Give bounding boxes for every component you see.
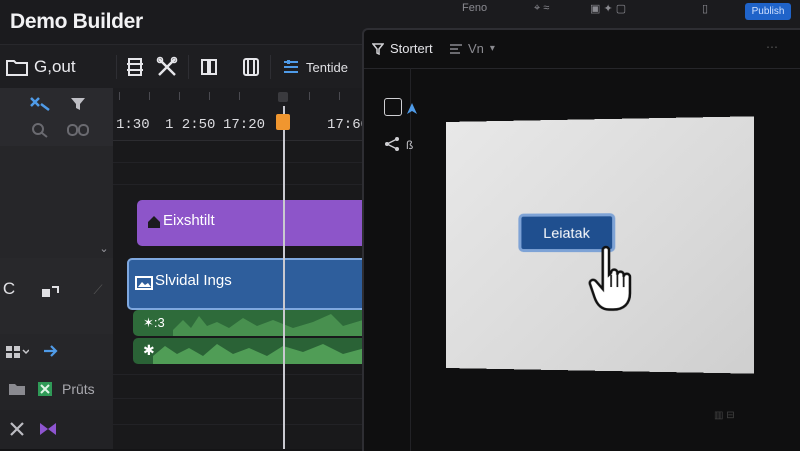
link-icon[interactable] <box>66 120 90 140</box>
preview-canvas[interactable]: Leiatak <box>446 116 754 374</box>
spreadsheet-icon[interactable] <box>36 380 54 398</box>
waveform-icon <box>153 344 375 364</box>
left-panel-label: Prūts <box>62 381 95 397</box>
clip-label: Eixshtilt <box>163 212 215 229</box>
waveform-icon <box>173 314 375 336</box>
left-panel-track-e <box>0 410 113 449</box>
effects-button[interactable] <box>126 53 144 81</box>
grid-icon[interactable] <box>4 344 30 360</box>
bowtie-icon[interactable] <box>38 420 58 438</box>
preview-panel: Stortert Vn ▾ ⋯ ß Leiatak ▥ ⊟ <box>362 28 800 451</box>
timeline[interactable]: 1:30 1 2:50 17:20 17:60 Eixshtilt Slvida… <box>113 88 375 449</box>
filter-icon[interactable] <box>68 94 88 114</box>
folder-small-icon[interactable] <box>8 382 26 396</box>
crop-button[interactable] <box>240 53 262 81</box>
audio-clip[interactable]: ✱ <box>133 338 375 364</box>
playhead-top[interactable] <box>278 92 288 102</box>
ruler-label: 1:30 <box>116 117 150 133</box>
timeline-clip[interactable]: Eixshtilt <box>137 200 375 246</box>
tool-label: ß <box>406 138 414 152</box>
share-icon[interactable] <box>384 136 400 152</box>
ruler-label: 1 2:50 <box>165 117 216 133</box>
clip-star-icon: ✱ <box>143 342 155 358</box>
left-panel: ⌄ C ⟋ Prūts <box>0 88 114 449</box>
edit-icon[interactable]: ⟋ <box>90 282 106 298</box>
tracks-button[interactable]: Tentide <box>282 53 348 81</box>
split-button[interactable] <box>198 53 220 81</box>
divider <box>116 55 117 79</box>
pin-icon[interactable] <box>28 94 52 114</box>
duplicate-icon[interactable] <box>40 282 62 300</box>
chevron-down-icon: ▾ <box>489 43 495 54</box>
clip-label: Slvidal Ings <box>155 272 232 289</box>
folder-icon <box>6 60 28 76</box>
ruler-label: 17:20 <box>223 117 266 133</box>
time-ruler[interactable]: 1:30 1 2:50 17:20 17:60 <box>113 88 375 141</box>
search-icon[interactable] <box>28 120 52 140</box>
track-label: Tentide <box>306 59 348 75</box>
image-icon <box>135 276 153 290</box>
top-tool-icon[interactable]: ⌖ ≈ <box>534 2 549 15</box>
top-right-controls: Feno ⌖ ≈ ▣ ✦ ▢ ▯ Publish <box>440 0 800 22</box>
preview-tool-rail: ß <box>364 68 417 451</box>
toolbar: G,out Tentide <box>0 44 365 89</box>
code-icon[interactable]: C <box>2 278 16 300</box>
hand-cursor-icon <box>588 244 644 316</box>
left-panel-track-c <box>0 334 113 371</box>
crop-icon <box>243 58 259 76</box>
select-tool-icon[interactable] <box>384 98 402 116</box>
tracks-icon <box>284 60 298 73</box>
filter-label: Stortert <box>390 41 433 56</box>
file-label: G,out <box>34 57 76 76</box>
playhead-line[interactable] <box>283 106 285 449</box>
divider <box>270 55 271 79</box>
left-panel-header <box>0 88 113 147</box>
view-label: Vn <box>468 41 484 56</box>
audio-clip[interactable]: ✶:3 <box>133 310 375 336</box>
cut-icon <box>156 56 178 76</box>
cut-button[interactable] <box>156 53 178 81</box>
preview-controls-icon[interactable]: ▥ ⊟ <box>714 410 735 421</box>
left-panel-track-a: ⌄ <box>0 146 113 259</box>
list-icon <box>450 43 462 54</box>
filter-icon <box>372 42 384 55</box>
left-panel-track-b: C ⟋ <box>0 258 113 335</box>
open-file-button[interactable]: G,out <box>6 53 76 81</box>
playhead-handle[interactable] <box>276 114 290 130</box>
close-icon[interactable] <box>8 420 26 438</box>
timeline-clip-selected[interactable]: Slvidal Ings <box>127 258 375 310</box>
more-icon[interactable]: ⋯ <box>766 40 778 54</box>
left-panel-track-d: Prūts <box>0 370 113 411</box>
clip-label: ✶:3 <box>143 315 165 330</box>
home-icon <box>148 216 160 228</box>
chevron-down-icon[interactable]: ⌄ <box>98 242 110 255</box>
top-menu-item[interactable]: Feno <box>462 2 487 14</box>
filter-button[interactable]: Stortert <box>372 41 433 56</box>
top-tool-icon-2[interactable]: ▣ ✦ ▢ <box>590 2 626 15</box>
split-icon <box>201 59 217 75</box>
effects-icon <box>127 58 143 76</box>
app-title: Demo Builder <box>10 10 143 33</box>
preview-header: Stortert Vn ▾ ⋯ <box>364 30 800 69</box>
view-dropdown[interactable]: Vn ▾ <box>450 41 495 56</box>
divider <box>188 55 189 79</box>
pointer-icon[interactable] <box>406 102 418 116</box>
top-tool-icon-3[interactable]: ▯ <box>702 2 708 15</box>
arrow-right-icon[interactable] <box>40 342 62 360</box>
publish-button[interactable]: Publish <box>745 3 791 20</box>
